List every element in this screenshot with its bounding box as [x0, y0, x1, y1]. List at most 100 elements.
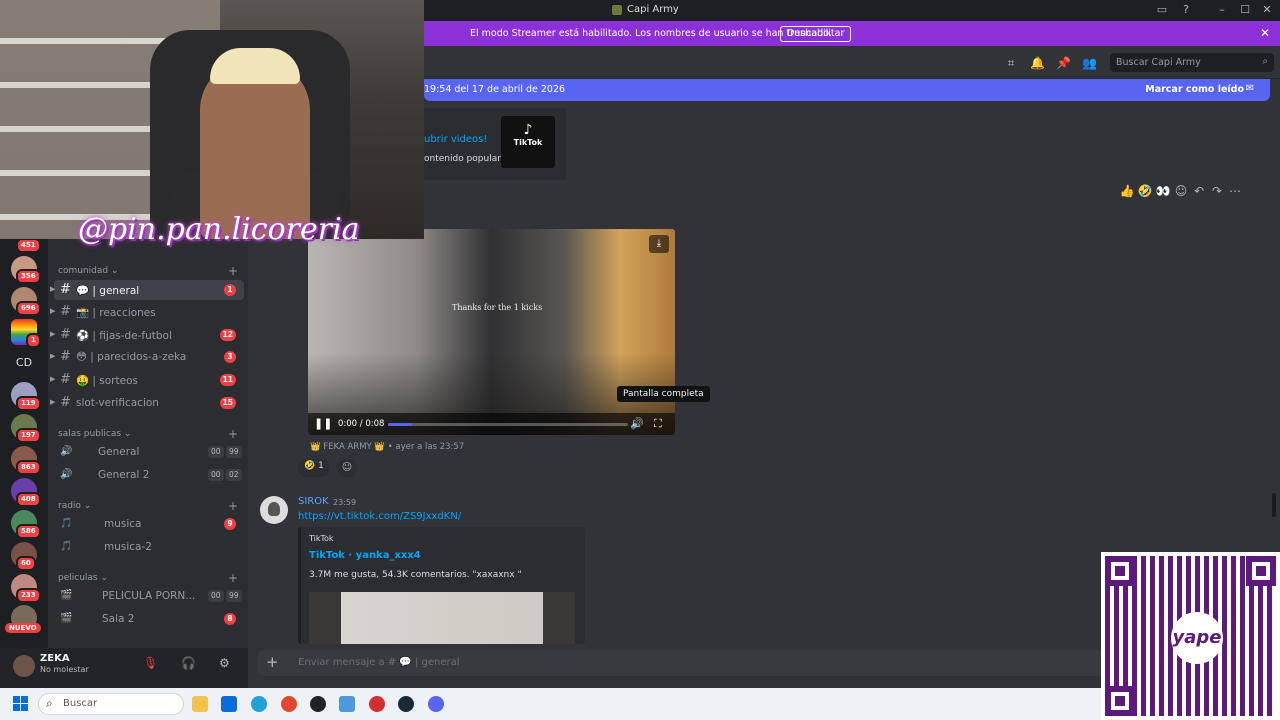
server-badge: 451 [16, 238, 41, 253]
new-messages-bar[interactable]: 19:54 del 17 de abril de 2026 Marcar com… [424, 79, 1270, 101]
unread-badge: 8 [224, 613, 236, 625]
app-icon[interactable] [310, 696, 326, 712]
film-icon: 🎬 [60, 613, 73, 624]
add-attachment-icon[interactable]: + [266, 653, 279, 671]
taskbar-search[interactable]: ⌕ Buscar [38, 693, 184, 715]
bell-icon[interactable]: 🔔 [1030, 56, 1045, 70]
laugh-reaction-icon[interactable]: 🤣 [1136, 184, 1154, 198]
channel-general[interactable]: ▶ # 💬 | general 1 [50, 280, 244, 300]
server-badge: 197 [16, 428, 41, 443]
channel-name: ⚽ | fijas-de-futbol [76, 330, 172, 342]
new-badge[interactable]: NUEVO [5, 623, 41, 633]
mic-muted-icon[interactable]: 🎙 [143, 656, 158, 670]
scrollbar[interactable] [1272, 493, 1276, 517]
discord-icon[interactable] [428, 696, 444, 712]
stage-channel-musica[interactable]: 🎵 musica 9 [54, 514, 244, 534]
message-composer[interactable]: + Enviar mensaje a # 💬 | general [258, 650, 1104, 676]
add-channel-icon[interactable]: + [228, 499, 238, 513]
help-icon[interactable]: ? [1179, 3, 1193, 17]
add-reaction-icon[interactable]: ☺ [1172, 184, 1190, 198]
threads-icon[interactable]: ⌗ [1004, 56, 1018, 70]
embed-title[interactable]: ubrir videos! [424, 134, 487, 145]
file-explorer-icon[interactable] [192, 696, 208, 712]
mark-as-read-button[interactable]: Marcar como leído [1145, 84, 1244, 95]
app-icon[interactable] [369, 696, 385, 712]
screen-icon[interactable]: ▭ [1155, 3, 1169, 17]
stage-channel-musica-2[interactable]: 🎵 musica-2 [54, 537, 244, 557]
server-badge: 119 [16, 396, 41, 411]
forward-icon[interactable]: ↷ [1208, 184, 1226, 198]
user-limit: 99 [226, 446, 242, 458]
channel-name: General [98, 446, 140, 458]
qr-code: yape [1101, 552, 1280, 720]
message-link[interactable]: https://vt.tiktok.com/ZS9JxxdKN/ [298, 511, 461, 522]
more-icon[interactable]: ⋯ [1226, 184, 1244, 198]
channel-reacciones[interactable]: ▶ # 📸 | reacciones [50, 302, 244, 322]
channel-parecidos-a-zeka[interactable]: ▶ # 😳 | parecidos-a-zeka 3 [50, 347, 244, 367]
film-icon: 🎬 [60, 590, 73, 601]
category-peliculas[interactable]: peliculas ⌄ + [58, 571, 238, 585]
add-reaction-button[interactable]: ☺ [337, 459, 357, 477]
voice-channel-general[interactable]: 🔊 General 00 99 [54, 442, 244, 462]
search-placeholder: Buscar Capi Army [1116, 57, 1201, 68]
category-radio[interactable]: radio ⌄ + [58, 499, 238, 513]
download-icon[interactable]: ⤓ [649, 235, 669, 253]
tiktok-logo: ♪ TikTok [501, 116, 555, 168]
disable-streamer-button[interactable]: Deshabilitar [780, 26, 852, 42]
channel-pelicula[interactable]: 🎬 PELICULA PORN... 00 99 [54, 586, 244, 606]
server-badge: 863 [16, 460, 41, 475]
fullscreen-icon[interactable]: ⛶ [654, 417, 662, 431]
qr-finder [1105, 686, 1135, 716]
channel-slot-verificacion[interactable]: ▶ # slot-verificacion 15 [50, 393, 244, 413]
close-icon[interactable]: ✕ [1260, 26, 1270, 40]
steam-icon[interactable] [398, 696, 414, 712]
add-channel-icon[interactable]: + [228, 264, 238, 278]
avatar[interactable] [260, 496, 288, 524]
category-comunidad[interactable]: comunidad ⌄ + [58, 264, 238, 278]
avatar[interactable] [13, 655, 35, 677]
reply-icon[interactable]: ↶ [1190, 184, 1208, 198]
embed-thumbnail[interactable] [309, 592, 575, 644]
channel-fijas-de-futbol[interactable]: ▶ # ⚽ | fijas-de-futbol 12 [50, 325, 244, 345]
channel-sala-2[interactable]: 🎬 Sala 2 8 [54, 609, 244, 629]
category-salas-publicas[interactable]: salas publicas ⌄ + [58, 427, 238, 441]
user-count: 00 [208, 590, 224, 602]
close-window-button[interactable]: ✕ [1260, 3, 1274, 17]
streamer-cap [210, 48, 300, 84]
minimize-button[interactable]: – [1215, 3, 1229, 17]
embed-title[interactable]: TikTok · yanka_xxx4 [309, 550, 421, 561]
video-progress-bar[interactable] [388, 423, 628, 426]
server-icon-cd[interactable]: CD [11, 350, 37, 376]
voice-channel-general-2[interactable]: 🔊 General 2 00 02 [54, 465, 244, 485]
embed-desc: 3.7M me gusta, 54.3K comentarios. "xaxax… [309, 570, 522, 580]
server-badge: 586 [16, 524, 41, 539]
chrome-icon[interactable] [281, 696, 297, 712]
edge-icon[interactable] [251, 696, 267, 712]
video-player[interactable]: Thanks for the 1 kicks ⤓ ❚❚ 0:00 / 0:08 … [308, 229, 675, 435]
add-channel-icon[interactable]: + [228, 427, 238, 441]
pause-icon[interactable]: ❚❚ [314, 417, 332, 430]
add-channel-icon[interactable]: + [228, 571, 238, 585]
eyes-reaction-icon[interactable]: 👀 [1154, 184, 1172, 198]
pin-icon[interactable]: 📌 [1056, 56, 1071, 70]
members-icon[interactable]: 👥 [1082, 56, 1097, 70]
gear-icon[interactable]: ⚙ [219, 656, 230, 670]
category-label: radio [58, 501, 81, 511]
windows-start-icon[interactable] [13, 696, 29, 712]
thumbs-up-reaction-icon[interactable]: 👍 [1118, 184, 1136, 198]
message-author[interactable]: SIROK [298, 496, 329, 507]
category-label: salas publicas [58, 429, 122, 439]
maximize-button[interactable]: ☐ [1238, 3, 1252, 17]
channel-sorteos[interactable]: ▶ # 🤑 | sorteos 11 [50, 370, 244, 390]
store-icon[interactable] [221, 696, 237, 712]
channel-name: 🤑 | sorteos [76, 375, 138, 387]
unread-badge: 11 [219, 374, 236, 386]
username[interactable]: ZEKA [40, 653, 70, 664]
headphones-muted-icon[interactable]: 🎧 [181, 656, 196, 670]
notepad-icon[interactable] [339, 696, 355, 712]
volume-icon[interactable]: 🔊 [630, 417, 644, 430]
window-title: Capi Army [627, 4, 679, 15]
search-icon: ⌕ [1262, 56, 1268, 67]
reaction-button[interactable]: 🤣 1 [298, 459, 330, 477]
search-input[interactable]: Buscar Capi Army ⌕ [1110, 53, 1274, 72]
